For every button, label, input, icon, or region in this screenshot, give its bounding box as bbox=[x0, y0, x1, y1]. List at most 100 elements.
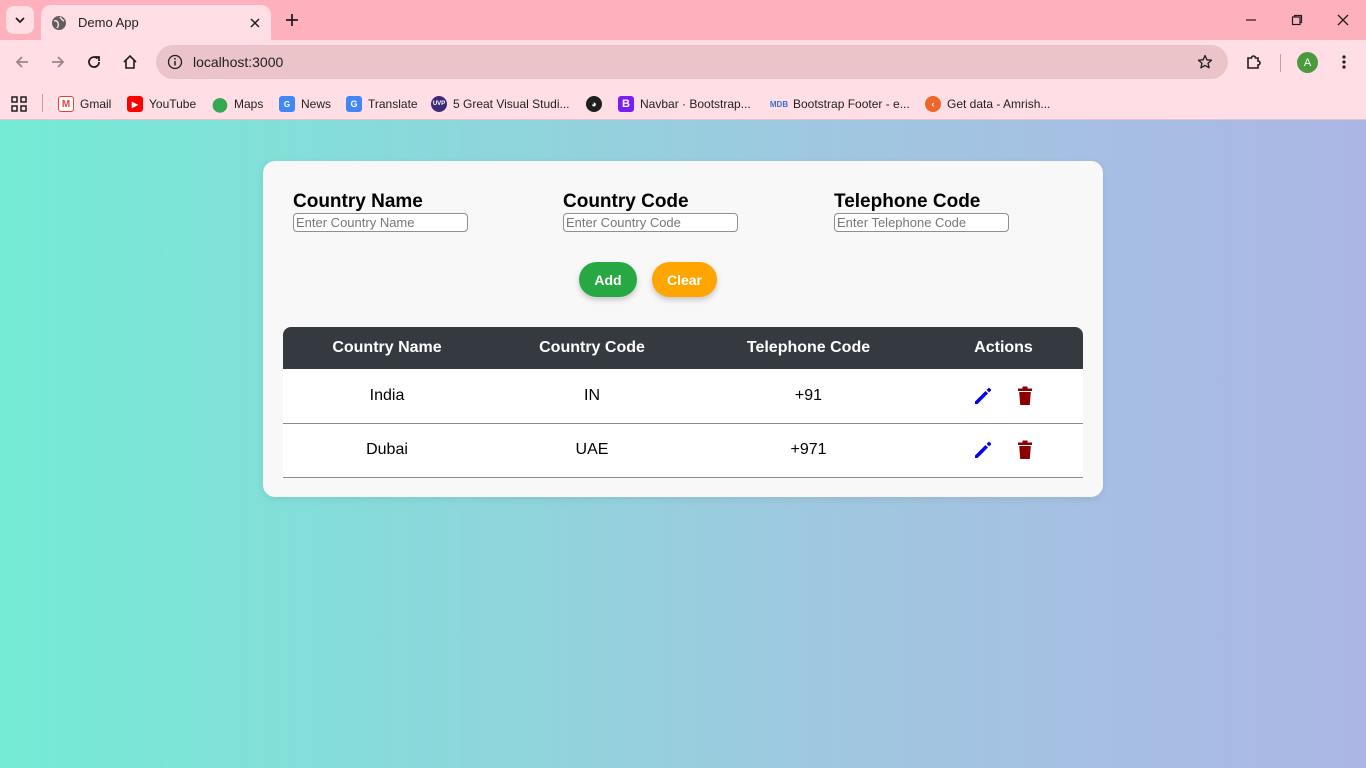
cell-actions bbox=[924, 369, 1083, 424]
bookmark-star-icon[interactable] bbox=[1194, 51, 1216, 73]
puzzle-icon bbox=[1247, 55, 1261, 69]
country-code-label: Country Code bbox=[563, 191, 689, 212]
cell-country-name: Dubai bbox=[283, 423, 491, 478]
bookmark-label: 5 Great Visual Studi... bbox=[453, 97, 570, 111]
bookmark-label: News bbox=[301, 97, 332, 111]
cell-country-code: IN bbox=[491, 369, 693, 424]
translate-icon: G bbox=[346, 96, 362, 112]
table-header-row: Country Name Country Code Telephone Code… bbox=[283, 327, 1083, 369]
bookmark-bootstrap-navbar[interactable]: B Navbar · Bootstrap... bbox=[618, 91, 751, 117]
country-name-input[interactable] bbox=[293, 213, 468, 232]
bookmark-label: Navbar · Bootstrap... bbox=[640, 97, 751, 111]
cell-telephone-code: +971 bbox=[693, 423, 924, 478]
bookmark-globe[interactable]: ◕ bbox=[586, 91, 608, 117]
bookmarks-divider bbox=[42, 94, 43, 112]
cell-actions bbox=[924, 423, 1083, 478]
cell-telephone-code: +91 bbox=[693, 369, 924, 424]
bootstrap-icon: B bbox=[618, 96, 634, 112]
browser-toolbar: localhost:3000 A bbox=[0, 40, 1366, 86]
bookmarks-bar: M Gmail ▶ YouTube ⬤ Maps G News G Transl… bbox=[0, 86, 1366, 120]
column-header-country-code: Country Code bbox=[539, 339, 645, 356]
delete-trash-icon[interactable] bbox=[1013, 384, 1037, 408]
close-icon bbox=[1337, 14, 1349, 26]
toolbar-divider bbox=[1280, 54, 1281, 72]
apps-button[interactable] bbox=[11, 91, 27, 117]
home-button[interactable] bbox=[116, 48, 144, 76]
bookmark-label: Get data - Amrish... bbox=[947, 97, 1051, 111]
forward-button[interactable] bbox=[44, 48, 72, 76]
news-icon: G bbox=[279, 96, 295, 112]
active-tab[interactable]: Demo App bbox=[41, 5, 271, 40]
mdb-icon: MDB bbox=[769, 99, 789, 109]
globe-icon bbox=[51, 15, 67, 31]
site-icon: UVP bbox=[431, 96, 447, 112]
profile-avatar[interactable]: A bbox=[1297, 52, 1318, 73]
bookmark-visual-studio[interactable]: UVP 5 Great Visual Studi... bbox=[431, 91, 570, 117]
bookmark-bootstrap-footer[interactable]: MDB Bootstrap Footer - e... bbox=[769, 91, 910, 117]
plus-icon bbox=[286, 14, 298, 26]
menu-button[interactable] bbox=[1330, 48, 1358, 76]
globe-icon: ◕ bbox=[586, 96, 602, 112]
bookmark-translate[interactable]: G Translate bbox=[346, 91, 418, 117]
column-header-actions: Actions bbox=[974, 339, 1033, 356]
arrow-right-icon bbox=[52, 56, 65, 68]
tab-search-button[interactable] bbox=[6, 6, 34, 34]
table-row: Dubai UAE +971 bbox=[283, 423, 1083, 478]
bookmark-label: Maps bbox=[234, 97, 264, 111]
country-name-field: Country Name bbox=[293, 191, 468, 232]
extensions-button[interactable] bbox=[1240, 48, 1268, 76]
add-button[interactable]: Add bbox=[579, 262, 637, 297]
edit-pencil-icon[interactable] bbox=[971, 438, 995, 462]
gmail-icon: M bbox=[58, 96, 74, 112]
bookmark-label: Translate bbox=[368, 97, 418, 111]
browser-tab-bar: Demo App bbox=[0, 0, 1366, 40]
arrow-left-icon bbox=[15, 56, 28, 68]
youtube-icon: ▶ bbox=[127, 96, 143, 112]
maps-icon: ⬤ bbox=[212, 95, 228, 112]
reload-icon bbox=[88, 56, 100, 68]
countries-table: Country Name Country Code Telephone Code… bbox=[283, 327, 1083, 478]
country-code-field: Country Code bbox=[563, 191, 738, 232]
bookmark-get-data[interactable]: ‹ Get data - Amrish... bbox=[925, 91, 1050, 117]
bookmark-gmail[interactable]: M Gmail bbox=[58, 91, 111, 117]
telephone-code-input[interactable] bbox=[834, 213, 1009, 232]
bookmark-label: YouTube bbox=[149, 97, 197, 111]
back-button[interactable] bbox=[8, 48, 36, 76]
country-code-input[interactable] bbox=[563, 213, 738, 232]
apps-grid-icon bbox=[11, 96, 27, 112]
close-window-button[interactable] bbox=[1320, 0, 1366, 40]
table-row: India IN +91 bbox=[283, 369, 1083, 424]
chevron-down-icon bbox=[15, 17, 25, 24]
bookmark-youtube[interactable]: ▶ YouTube bbox=[127, 91, 196, 117]
clear-button[interactable]: Clear bbox=[652, 262, 717, 297]
tab-title: Demo App bbox=[78, 15, 139, 30]
new-tab-button[interactable] bbox=[280, 8, 304, 32]
home-icon bbox=[123, 54, 137, 69]
site-info-icon[interactable] bbox=[163, 50, 187, 74]
telephone-code-label: Telephone Code bbox=[834, 191, 981, 212]
bookmark-label: Bootstrap Footer - e... bbox=[793, 97, 910, 111]
bookmark-news[interactable]: G News bbox=[279, 91, 331, 117]
bookmark-maps[interactable]: ⬤ Maps bbox=[212, 91, 263, 117]
column-header-country-name: Country Name bbox=[332, 339, 442, 356]
minimize-icon bbox=[1246, 19, 1256, 21]
restore-icon bbox=[1291, 14, 1303, 26]
minimize-button[interactable] bbox=[1228, 0, 1274, 40]
country-name-label: Country Name bbox=[293, 191, 423, 212]
reload-button[interactable] bbox=[80, 48, 108, 76]
close-tab-icon[interactable] bbox=[244, 12, 266, 34]
column-header-telephone-code: Telephone Code bbox=[746, 339, 871, 356]
url-text[interactable]: localhost:3000 bbox=[193, 54, 283, 70]
cell-country-name: India bbox=[283, 369, 491, 424]
address-bar[interactable]: localhost:3000 bbox=[156, 45, 1228, 79]
country-form-card: Country Name Country Code Telephone Code… bbox=[263, 161, 1103, 497]
bookmark-label: Gmail bbox=[80, 97, 112, 111]
more-vert-icon bbox=[1342, 55, 1346, 69]
cell-country-code: UAE bbox=[491, 423, 693, 478]
restore-button[interactable] bbox=[1274, 0, 1320, 40]
page-background: Country Name Country Code Telephone Code… bbox=[0, 120, 1366, 768]
site-icon: ‹ bbox=[925, 96, 941, 112]
telephone-code-field: Telephone Code bbox=[834, 191, 1009, 232]
edit-pencil-icon[interactable] bbox=[971, 384, 995, 408]
delete-trash-icon[interactable] bbox=[1013, 438, 1037, 462]
